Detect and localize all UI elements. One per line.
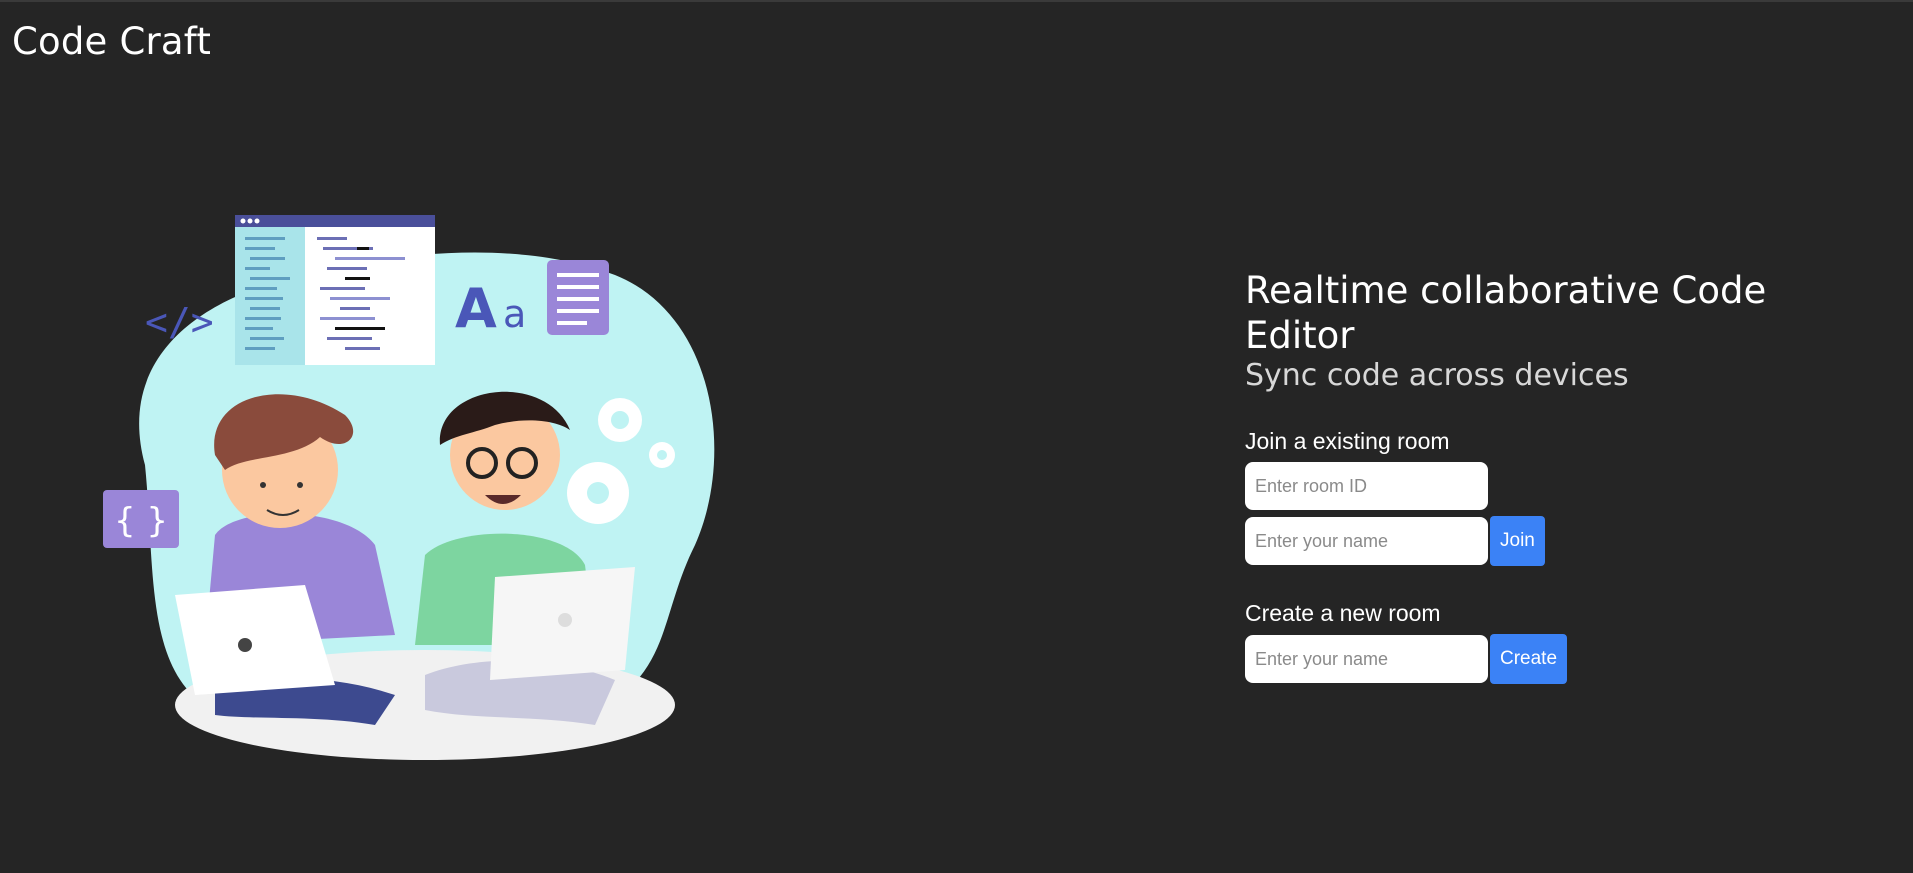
join-name-row: Join xyxy=(1245,516,1805,566)
room-id-row xyxy=(1245,462,1805,510)
create-name-input[interactable] xyxy=(1245,635,1488,683)
join-panel: Realtime collaborative Code Editor Sync … xyxy=(1245,268,1805,684)
hero-illustration: </> A a { } xyxy=(95,205,735,775)
page-headline: Realtime collaborative Code Editor xyxy=(1245,269,1767,357)
create-room-title: Create a new room xyxy=(1245,600,1441,626)
join-room-title: Join a existing room xyxy=(1245,428,1450,454)
font-icon: A xyxy=(455,277,497,340)
join-name-input[interactable] xyxy=(1245,517,1488,565)
braces-icon: { } xyxy=(103,490,179,548)
create-button[interactable]: Create xyxy=(1490,634,1568,684)
join-button[interactable]: Join xyxy=(1490,516,1545,566)
svg-text:a: a xyxy=(503,292,526,336)
room-id-input[interactable] xyxy=(1245,462,1488,510)
top-border xyxy=(0,0,1913,2)
document-icon xyxy=(547,260,609,335)
page-subheadline: Sync code across devices xyxy=(1245,358,1629,393)
app-title: Code Craft xyxy=(12,20,212,63)
svg-text:{ }: { } xyxy=(114,501,168,541)
code-window-icon xyxy=(235,215,435,365)
create-name-row: Create xyxy=(1245,634,1805,684)
code-tag-icon: </> xyxy=(145,300,214,344)
